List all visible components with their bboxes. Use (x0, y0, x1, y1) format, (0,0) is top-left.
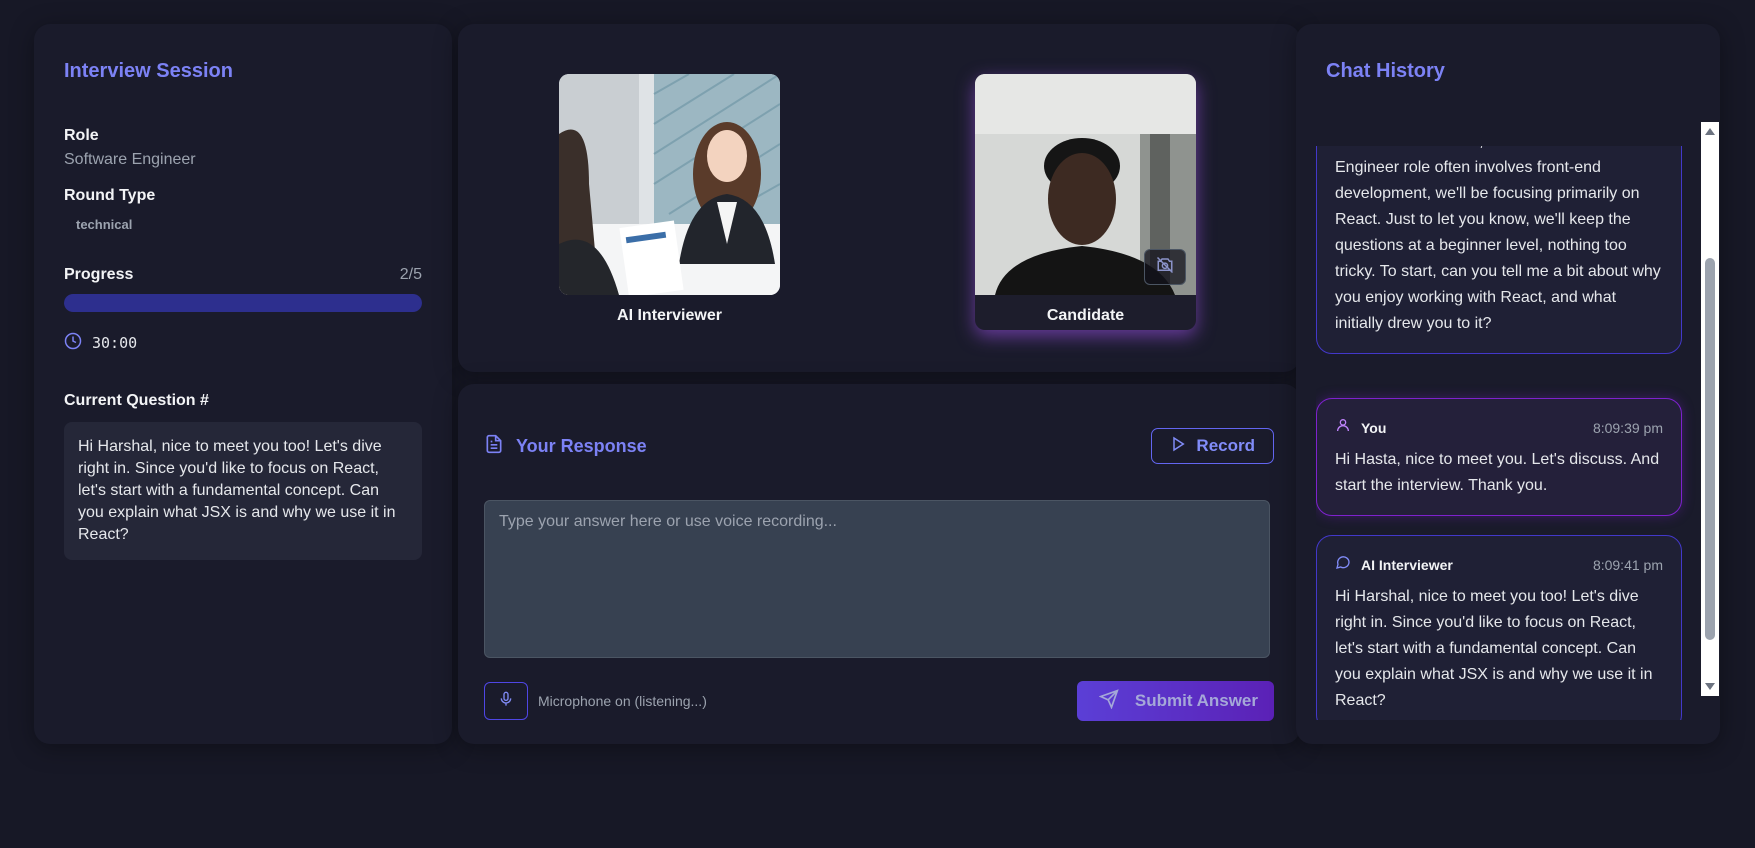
candidate-tile: Candidate (975, 74, 1196, 330)
chat-message-text: Hi Harshal, nice to meet you too! Let's … (1335, 588, 1653, 709)
microphone-icon (498, 689, 514, 714)
submit-answer-button[interactable]: Submit Answer (1076, 681, 1274, 721)
record-label: Record (1196, 436, 1255, 455)
chat-title: Chat History (1326, 60, 1445, 82)
camera-off-icon (1155, 256, 1175, 279)
round-section: Round Type technical (64, 187, 422, 236)
current-question-label: Current Question # (64, 392, 209, 409)
ai-interviewer-video (559, 74, 780, 295)
user-icon (1335, 415, 1351, 441)
chat-message: You 8:09:39 pm Hi Hasta, nice to meet yo… (1316, 398, 1682, 516)
session-panel: Interview Session Role Software Engineer… (34, 24, 452, 744)
record-button[interactable]: Record (1151, 428, 1274, 464)
send-icon (1098, 688, 1119, 714)
document-icon (484, 433, 504, 460)
scroll-up-arrow-icon[interactable] (1705, 128, 1715, 135)
chat-panel: Chat History be a technical round, and s… (1296, 24, 1720, 744)
candidate-video (975, 74, 1196, 295)
progress-label: Progress (64, 266, 134, 283)
chat-message-sender: You (1361, 420, 1387, 436)
progress-bar (64, 294, 422, 312)
chat-message-text: be a technical round, and since the Soft… (1335, 146, 1661, 332)
response-title: Your Response (516, 435, 647, 456)
scroll-down-arrow-icon[interactable] (1705, 683, 1715, 690)
candidate-card: Candidate (975, 74, 1196, 330)
video-panel: AI Interviewer Candidate (458, 24, 1300, 372)
play-icon (1170, 435, 1186, 458)
progress-section: Progress 2/5 30:00 (64, 266, 422, 354)
progress-count: 2/5 (399, 266, 422, 283)
chat-bubble-icon (1335, 552, 1351, 578)
chat-message-sender: AI Interviewer (1361, 557, 1453, 573)
round-type-label: Round Type (64, 187, 156, 204)
camera-toggle-button[interactable] (1144, 249, 1186, 285)
role-label: Role (64, 127, 99, 144)
timer: 30:00 (64, 332, 422, 354)
candidate-label: Candidate (1046, 307, 1125, 324)
current-question-text: Hi Harshal, nice to meet you too! Let's … (64, 422, 422, 560)
chat-message-text: Hi Hasta, nice to meet you. Let's discus… (1335, 451, 1660, 494)
scrollbar-thumb[interactable] (1705, 258, 1715, 640)
ai-interviewer-label: AI Interviewer (617, 307, 722, 324)
chat-message-time: 8:09:39 pm (1592, 420, 1663, 436)
microphone-button[interactable] (484, 682, 528, 720)
ai-interviewer-tile: AI Interviewer (559, 74, 780, 325)
answer-input[interactable] (484, 500, 1270, 658)
round-type-badge: technical (76, 217, 133, 232)
chat-message: AI Interviewer 8:09:41 pm Hi Harshal, ni… (1316, 535, 1682, 720)
timer-value: 30:00 (92, 334, 138, 352)
current-question-section: Current Question # Hi Harshal, nice to m… (64, 392, 422, 560)
chat-history-list[interactable]: be a technical round, and since the Soft… (1316, 146, 1716, 720)
session-title: Interview Session (64, 60, 233, 82)
role-section: Role Software Engineer (64, 127, 422, 169)
microphone-status: Microphone on (listening...) (538, 693, 707, 709)
microphone-group: Microphone on (listening...) (484, 682, 707, 720)
chat-message: be a technical round, and since the Soft… (1316, 146, 1682, 354)
chat-scrollbar[interactable] (1701, 122, 1719, 696)
role-value: Software Engineer (64, 151, 196, 168)
chat-message-time: 8:09:41 pm (1592, 557, 1663, 573)
submit-label: Submit Answer (1134, 691, 1258, 710)
clock-icon (64, 332, 82, 354)
response-panel: Your Response Record Microphone on (list… (458, 384, 1300, 744)
response-header: Your Response (484, 433, 647, 460)
progress-bar-fill (64, 294, 422, 312)
